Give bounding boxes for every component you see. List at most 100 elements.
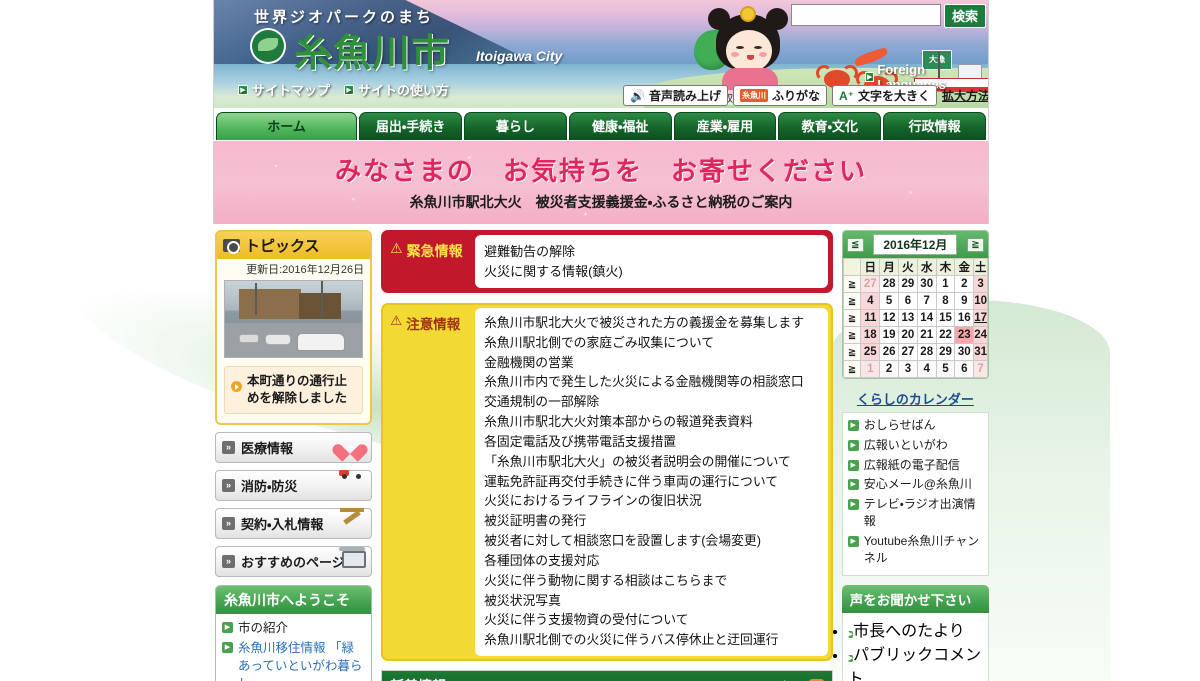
calendar-day[interactable]: 9 <box>954 292 975 310</box>
nav-item-procedures[interactable]: 届出・手続き <box>359 112 462 140</box>
calendar-day[interactable]: 2 <box>954 275 975 293</box>
week-nav-cell[interactable]: ≧ <box>842 275 862 293</box>
calendar-day[interactable]: 4 <box>916 360 937 378</box>
calendar-day[interactable]: 4 <box>860 292 881 310</box>
week-nav-cell[interactable]: ≧ <box>842 360 862 378</box>
nav-item-living[interactable]: 暮らし <box>463 112 567 140</box>
calendar-day[interactable]: 13 <box>898 309 918 327</box>
calendar-day[interactable]: 28 <box>879 275 899 293</box>
caution-item[interactable]: 各種団体の支援対応 <box>484 551 819 571</box>
caution-item[interactable]: 交通規制の一部解除 <box>484 392 819 412</box>
calendar-day[interactable]: 14 <box>916 309 937 327</box>
list-item[interactable]: ▶ おしらせばん <box>847 417 983 434</box>
calendar-day-holiday[interactable]: 23 <box>954 326 975 344</box>
list-item[interactable]: ▶ 広報紙の電子配信 <box>847 457 983 474</box>
caution-item[interactable]: 火災に伴う支援物資の受付について <box>484 610 819 630</box>
emergency-item[interactable]: 火災に関する情報(鎮火) <box>484 262 819 282</box>
calendar-day[interactable]: 24 <box>973 326 988 344</box>
caution-item[interactable]: 金融機関の営業 <box>484 353 819 373</box>
nav-item-industry[interactable]: 産業・雇用 <box>673 112 777 140</box>
calendar-day[interactable]: 28 <box>916 343 937 361</box>
calendar-day[interactable]: 2 <box>879 360 899 378</box>
zoom-help-link[interactable]: 拡大方法の説明 <box>942 87 988 104</box>
calendar-day[interactable]: 5 <box>879 292 899 310</box>
calendar-day[interactable]: 25 <box>860 343 881 361</box>
caution-item[interactable]: 運転免許証再交付手続きに伴う車両の運行について <box>484 472 819 492</box>
calendar-day[interactable]: 20 <box>898 326 918 344</box>
calendar-prev-button[interactable]: ≦ <box>846 237 864 252</box>
calendar-day[interactable]: 27 <box>860 275 881 293</box>
caution-item[interactable]: 糸魚川市駅北大火対策本部からの報道発表資料 <box>484 412 819 432</box>
city-name[interactable]: 糸魚川市 <box>294 22 450 77</box>
week-nav-cell[interactable]: ≧ <box>842 343 862 361</box>
calendar-day[interactable]: 21 <box>916 326 937 344</box>
calendar-day[interactable]: 7 <box>916 292 937 310</box>
list-item[interactable]: ▶パブリックコメント <box>847 641 983 681</box>
search-input[interactable] <box>792 5 940 25</box>
calendar-day[interactable]: 5 <box>935 360 956 378</box>
calendar-day[interactable]: 10 <box>973 292 988 310</box>
nav-item-home[interactable]: ホーム <box>216 112 358 140</box>
topics-photo[interactable] <box>224 280 364 358</box>
calendar-day[interactable]: 16 <box>954 309 975 327</box>
calendar-day[interactable]: 1 <box>935 275 956 293</box>
list-item[interactable]: ▶ 市の紹介 <box>222 619 365 637</box>
topics-caption-link[interactable]: 本町通りの通行止めを解除しました <box>224 366 364 414</box>
list-item[interactable]: ▶ 糸魚川移住情報 「緑あっていといがわ暮らし」 <box>222 639 365 681</box>
list-item[interactable]: ▶ 安心メール@糸魚川 <box>847 476 983 493</box>
calendar-day[interactable]: 27 <box>898 343 918 361</box>
emergency-item[interactable]: 避難勧告の解除 <box>484 242 819 262</box>
donation-banner[interactable]: みなさまの お気持ちを お寄せください 糸魚川市駅北大火 被災者支援義援金・ふる… <box>213 141 989 224</box>
list-item[interactable]: ▶ 広報いといがわ <box>847 437 983 454</box>
side-button-recommended[interactable]: » おすすめのページ <box>215 545 373 577</box>
nav-item-health[interactable]: 健康・福祉 <box>568 112 672 140</box>
bigger-text-button[interactable]: A⁺ 文字を大きく <box>831 85 937 106</box>
furigana-button[interactable]: 糸魚川 ふりがな <box>732 85 827 106</box>
calendar-day[interactable]: 30 <box>954 343 975 361</box>
side-button-fire-disaster[interactable]: » 消防・防災 <box>215 469 373 501</box>
nav-item-education[interactable]: 教育・文化 <box>778 112 882 140</box>
week-nav-cell[interactable]: ≧ <box>842 292 862 310</box>
calendar-next-button[interactable]: ≧ <box>967 237 984 252</box>
living-calendar-title[interactable]: くらしのカレンダー <box>842 389 989 408</box>
calendar-day[interactable]: 31 <box>973 343 988 361</box>
calendar-day[interactable]: 18 <box>860 326 881 344</box>
caution-item[interactable]: 火災に伴う動物に関する相談はこちらまで <box>484 571 819 591</box>
read-aloud-button[interactable]: 🔊 音声読み上げ <box>623 85 728 106</box>
side-button-contracts-bids[interactable]: » 契約・入札情報 <box>215 507 373 539</box>
calendar-day[interactable]: 3 <box>973 275 988 293</box>
calendar-day[interactable]: 11 <box>860 309 881 327</box>
week-nav-cell[interactable]: ≧ <box>842 309 862 327</box>
nav-item-admin[interactable]: 行政情報 <box>883 112 986 140</box>
calendar-day[interactable]: 7 <box>973 360 988 378</box>
sitemap-link[interactable]: ▶ サイトマップ <box>238 80 330 99</box>
list-item[interactable]: ▶ テレビ・ラジオ出演情報 <box>847 496 983 530</box>
calendar-day[interactable]: 1 <box>860 360 881 378</box>
week-nav-cell[interactable]: ≧ <box>842 326 862 344</box>
calendar-day[interactable]: 6 <box>898 292 918 310</box>
calendar-day[interactable]: 22 <box>935 326 956 344</box>
list-item[interactable]: ▶市長へのたより <box>847 617 983 641</box>
site-howto-link[interactable]: ▶ サイトの使い方 <box>344 80 449 99</box>
caution-item[interactable]: 糸魚川市内で発生した火災による金融機関等の相談窓口 <box>484 372 819 392</box>
calendar-day[interactable]: 6 <box>954 360 975 378</box>
caution-item[interactable]: 糸魚川駅北側での家庭ごみ収集について <box>484 333 819 353</box>
calendar-day[interactable]: 19 <box>879 326 899 344</box>
calendar-day[interactable]: 26 <box>879 343 899 361</box>
calendar-day[interactable]: 17 <box>974 312 987 324</box>
caution-item[interactable]: 被災者に対して相談窓口を設置します(会場変更) <box>484 531 819 551</box>
calendar-day[interactable]: 15 <box>935 309 956 327</box>
caution-item[interactable]: 糸魚川市駅北大火で被災された方の義援金を募集します <box>484 313 819 333</box>
caution-item[interactable]: 被災証明書の発行 <box>484 511 819 531</box>
caution-item[interactable]: 各固定電話及び携帯電話支援措置 <box>484 432 819 452</box>
caution-item[interactable]: 「糸魚川市駅北大火」の被災者説明会の開催について <box>484 452 819 472</box>
search-button[interactable]: 検索 <box>944 4 987 28</box>
caution-item[interactable]: 火災におけるライフラインの復旧状況 <box>484 491 819 511</box>
calendar-day[interactable]: 12 <box>879 309 899 327</box>
calendar-day[interactable]: 29 <box>935 343 956 361</box>
calendar-day[interactable]: 29 <box>898 275 918 293</box>
search-input-wrapper[interactable] <box>791 4 941 26</box>
caution-item[interactable]: 被災状況写真 <box>484 591 819 611</box>
city-logo-icon[interactable] <box>250 28 286 64</box>
calendar-day[interactable]: 3 <box>898 360 918 378</box>
